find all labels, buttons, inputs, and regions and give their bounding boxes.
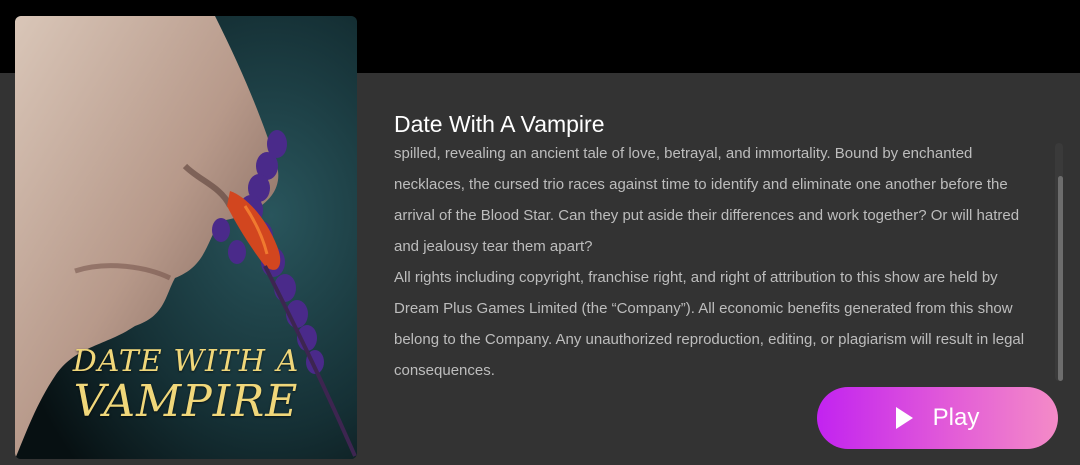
show-description: spilled, revealing an ancient tale of lo… (394, 138, 1046, 382)
description-scrollbar-thumb[interactable] (1058, 176, 1063, 381)
play-button-label: Play (932, 404, 980, 431)
show-title: Date With A Vampire (394, 111, 605, 137)
copyright-paragraph: All rights including copyright, franchis… (394, 269, 1025, 379)
show-poster[interactable]: DATE WITH A VAMPIRE (15, 16, 357, 459)
play-button[interactable]: Play (817, 387, 1058, 449)
play-icon (895, 407, 913, 429)
description-paragraph: spilled, revealing an ancient tale of lo… (394, 145, 1020, 255)
poster-title-line1: DATE WITH A (72, 344, 300, 379)
description-scroll-area[interactable]: spilled, revealing an ancient tale of lo… (394, 138, 1046, 382)
poster-title-line2: VAMPIRE (73, 376, 299, 427)
